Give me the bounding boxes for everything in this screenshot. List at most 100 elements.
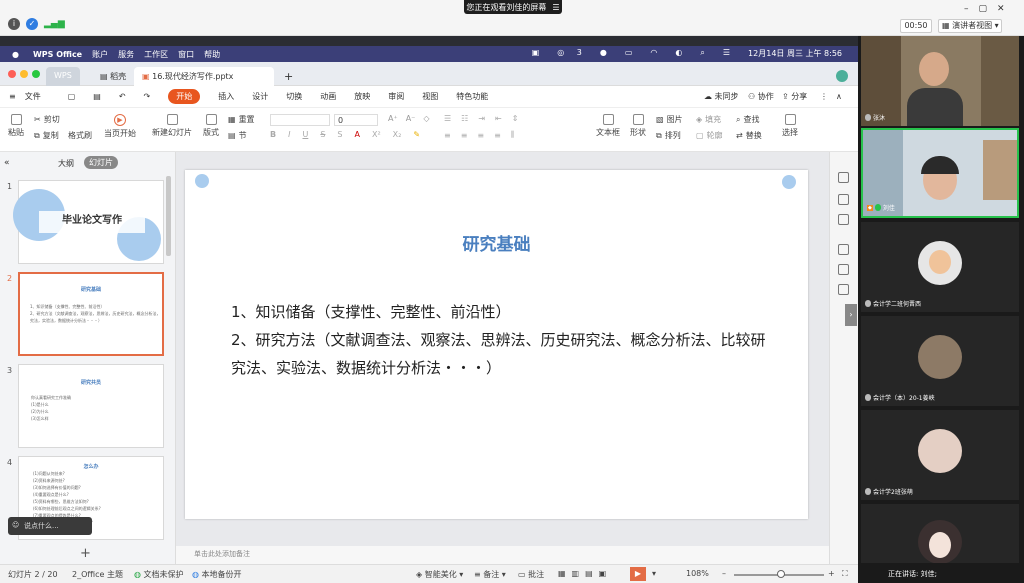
align-right-icon[interactable]: ≡ [477, 131, 484, 140]
info-icon[interactable]: i [8, 18, 20, 30]
slideshow-dropdown-icon[interactable]: ▾ [652, 569, 656, 578]
menu-file[interactable]: 文件 [25, 91, 41, 102]
cut-button[interactable]: ✂ 剪切 [34, 114, 60, 125]
collapse-icon[interactable]: ∧ [836, 92, 842, 101]
zoom-level[interactable]: 108% [686, 569, 709, 578]
reset-button[interactable]: ▦ 重置 [228, 114, 255, 125]
history-icon[interactable] [838, 214, 849, 225]
subscript-icon[interactable]: X₂ [393, 130, 402, 139]
wifi-icon[interactable]: ◠ [650, 48, 657, 59]
animation-icon[interactable] [838, 244, 849, 255]
zoom-out-button[interactable]: – [722, 569, 726, 578]
tab-special[interactable]: 特色功能 [456, 91, 488, 102]
arrange-button[interactable]: ⧉ 排列 [656, 130, 681, 141]
underline-icon[interactable]: U [302, 130, 308, 139]
wechat-icon[interactable]: ◎ 3 [557, 48, 582, 59]
copy-button[interactable]: ⧉ 复制 [34, 130, 59, 141]
font-size-select[interactable]: 0 [334, 114, 378, 126]
tab-wps-home[interactable]: WPS [46, 67, 80, 86]
hamburger-icon[interactable]: ≡ [9, 92, 16, 101]
highlight-icon[interactable]: ✎ [413, 130, 420, 139]
maximize-icon[interactable] [32, 70, 40, 78]
line-spacing-icon[interactable]: ⇕ [512, 114, 519, 123]
shape-button[interactable]: 形状 [630, 114, 646, 138]
textbox-button[interactable]: 文本框 [596, 114, 620, 138]
slide-thumbnail-3[interactable]: 研究共员 你认真看研究工作准确 (1)是什么 (2)为什么 (3)怎么样 [18, 364, 164, 448]
tab-view[interactable]: 视图 [422, 91, 438, 102]
collab-button[interactable]: ⚇ 协作 [748, 91, 774, 102]
zoom-in-button[interactable]: + [828, 569, 835, 578]
grow-font-icon[interactable]: A⁺ [388, 114, 398, 123]
menu-service[interactable]: 服务 [118, 49, 134, 60]
bold-icon[interactable]: B [270, 130, 276, 139]
tab-outline[interactable]: 大纲 [58, 158, 74, 169]
undo-icon[interactable]: ↶ [119, 92, 126, 101]
notes-toggle[interactable]: ≡ 备注 ▾ [474, 569, 506, 580]
apple-icon[interactable]: ● [12, 50, 19, 59]
control-center-icon[interactable]: ☰ [723, 48, 730, 59]
tab-insert[interactable]: 插入 [218, 91, 234, 102]
settings-icon[interactable] [838, 172, 849, 183]
tab-transition[interactable]: 切换 [286, 91, 302, 102]
align-center-icon[interactable]: ≡ [461, 131, 468, 140]
menu-window[interactable]: 窗口 [178, 49, 194, 60]
minimize-icon[interactable] [20, 70, 28, 78]
notes-area[interactable]: 单击此处添加备注 [176, 546, 829, 564]
font-color-icon[interactable]: A [354, 130, 359, 139]
participant-tile[interactable]: 会计学（本）20-1姜峡 [861, 316, 1019, 406]
paste-button[interactable]: 粘贴 [8, 114, 24, 138]
expand-panel-icon[interactable]: › [845, 304, 857, 326]
theme-name[interactable]: 2_Office 主题 [72, 569, 123, 580]
menu-icon[interactable]: ☰ [552, 3, 559, 12]
font-family-select[interactable] [270, 114, 330, 126]
tab-template[interactable]: ▤ 稻壳 [92, 67, 134, 86]
play-from-current-button[interactable]: ▶ 当页开始 [104, 114, 136, 139]
layout-button[interactable]: 版式 [203, 114, 219, 138]
save-icon[interactable]: ▢ [68, 92, 76, 101]
traffic-lights[interactable] [8, 70, 40, 78]
replace-button[interactable]: ⇄ 替换 [736, 130, 762, 141]
section-button[interactable]: ▤ 节 [228, 130, 247, 141]
print-icon[interactable]: ▤ [93, 92, 101, 101]
backup-icon[interactable] [838, 284, 849, 295]
participant-tile[interactable]: 张沐 [861, 36, 1019, 126]
zoom-slider-handle[interactable] [777, 570, 785, 578]
collapse-panel-icon[interactable]: « [4, 158, 10, 168]
select-button[interactable]: 选择 [782, 114, 798, 138]
protect-status[interactable]: ◍ 文档未保护 [134, 569, 184, 580]
tab-pptx-file[interactable]: ▣ 16.现代经济写作.pptx [134, 67, 274, 86]
comments-toggle[interactable]: ▭ 批注 [518, 569, 544, 580]
fill-button[interactable]: ◈ 填充 [696, 114, 721, 125]
more-icon[interactable]: ⋮ [820, 92, 828, 101]
close-icon[interactable] [8, 70, 16, 78]
screen-share-banner[interactable]: 您正在观看刘佳的屏幕 ☰ [464, 0, 562, 14]
outdent-icon[interactable]: ⇤ [495, 114, 502, 123]
participant-tile[interactable]: 会计学二班何晋西 [861, 222, 1019, 312]
sync-status[interactable]: ☁ 未同步 [704, 91, 739, 102]
shrink-font-icon[interactable]: A⁻ [406, 114, 416, 123]
tab-animation[interactable]: 动画 [320, 91, 336, 102]
current-slide[interactable]: 研究基础 1、知识储备（支撑性、完整性、前沿性） 2、研究方法（文献调查法、观察… [185, 170, 808, 519]
menu-help[interactable]: 帮助 [204, 49, 220, 60]
tab-start[interactable]: 开始 [168, 89, 201, 104]
outline-button[interactable]: ▢ 轮廓 [696, 130, 723, 141]
avatar[interactable] [836, 70, 848, 82]
tab-design[interactable]: 设计 [252, 91, 268, 102]
share-button[interactable]: ⇪ 分享 [782, 91, 807, 102]
italic-icon[interactable]: I [288, 130, 290, 139]
tab-slideshow[interactable]: 放映 [354, 91, 370, 102]
participant-tile[interactable]: ◆ 刘佳 [861, 128, 1019, 218]
superscript-icon[interactable]: X² [372, 130, 381, 139]
shield-icon[interactable]: ✓ [26, 18, 38, 30]
slide-thumbnail-2[interactable]: 研究基础 1、知识储备（支撑性、完整性、前沿性） 2、研究方法（文献调查法，观察… [18, 272, 164, 356]
slide-thumbnail-1[interactable]: 毕业论文写作 [13, 180, 164, 264]
panel-scrollbar[interactable] [166, 176, 171, 256]
slideshow-button[interactable]: ▶ [630, 567, 646, 581]
tab-review[interactable]: 审阅 [388, 91, 404, 102]
comment-input[interactable]: ☺ 说点什么... [8, 517, 92, 535]
tab-slides[interactable]: 幻灯片 [84, 156, 118, 169]
redo-icon[interactable]: ↷ [144, 92, 151, 101]
format-icon[interactable] [838, 264, 849, 275]
view-mode-button[interactable]: ▦ 演讲者视图 ▾ [938, 19, 1002, 33]
columns-icon[interactable]: ⫼ [511, 130, 515, 140]
